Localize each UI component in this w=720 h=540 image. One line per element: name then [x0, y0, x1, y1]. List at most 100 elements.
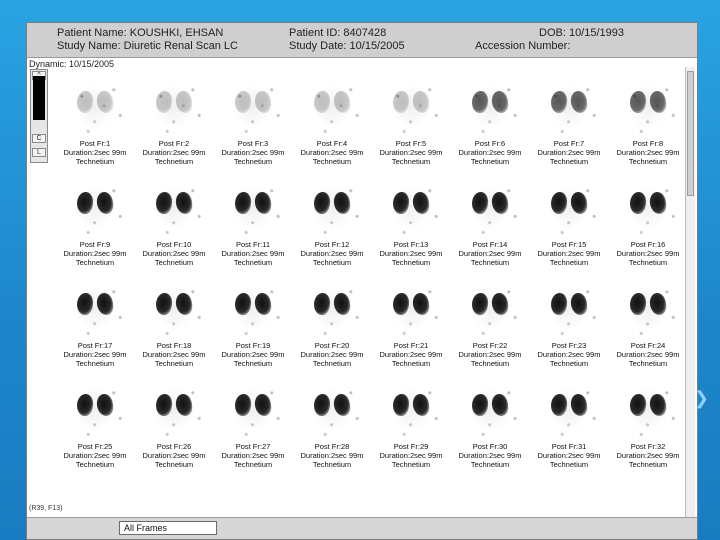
frame-title: Post Fr:32 [630, 442, 666, 451]
scan-frame[interactable]: Post Fr:15 Duration:2sec 99m Technetium [527, 168, 611, 268]
scan-frame[interactable]: Post Fr:27 Duration:2sec 99m Technetium [211, 370, 295, 470]
frame-duration: Duration:2sec 99m [300, 249, 364, 258]
scan-frame[interactable]: Post Fr:32 Duration:2sec 99m Technetium [606, 370, 690, 470]
frame-caption: Post Fr:28 Duration:2sec 99m Technetium [290, 442, 374, 469]
frame-agent: Technetium [391, 157, 431, 166]
frame-agent: Technetium [312, 258, 352, 267]
scan-frame[interactable]: Post Fr:28 Duration:2sec 99m Technetium [290, 370, 374, 470]
scan-frame[interactable]: Post Fr:1 Duration:2sec 99m Technetium [53, 67, 137, 167]
scan-frame[interactable]: Post Fr:14 Duration:2sec 99m Technetium [448, 168, 532, 268]
frames-select[interactable]: All Frames [119, 521, 217, 535]
frame-agent: Technetium [470, 359, 510, 368]
frame-title: Post Fr:17 [77, 341, 113, 350]
viewer-window: Patient Name: KOUSHKI, EHSAN Patient ID:… [26, 22, 698, 540]
scan-image [59, 168, 133, 242]
frame-title: Post Fr:11 [235, 240, 271, 249]
frame-duration: Duration:2sec 99m [458, 148, 522, 157]
scan-image [296, 67, 370, 141]
scan-frame[interactable]: Post Fr:30 Duration:2sec 99m Technetium [448, 370, 532, 470]
frame-caption: Post Fr:13 Duration:2sec 99m Technetium [369, 240, 453, 267]
frame-duration: Duration:2sec 99m [142, 249, 206, 258]
status-bar: All Frames [27, 517, 697, 539]
frame-caption: Post Fr:30 Duration:2sec 99m Technetium [448, 442, 532, 469]
scan-image [217, 168, 291, 242]
frame-caption: Post Fr:27 Duration:2sec 99m Technetium [211, 442, 295, 469]
frame-duration: Duration:2sec 99m [300, 148, 364, 157]
study-date: Study Date: 10/15/2005 [289, 40, 405, 52]
slide-nav-arrow-icon: ❯ [694, 388, 710, 408]
scan-frame[interactable]: Post Fr:11 Duration:2sec 99m Technetium [211, 168, 295, 268]
frame-caption: Post Fr:14 Duration:2sec 99m Technetium [448, 240, 532, 267]
scan-frame[interactable]: Post Fr:23 Duration:2sec 99m Technetium [527, 269, 611, 369]
scan-frame[interactable]: Post Fr:26 Duration:2sec 99m Technetium [132, 370, 216, 470]
frame-title: Post Fr:2 [158, 139, 190, 148]
scan-frame[interactable]: Post Fr:22 Duration:2sec 99m Technetium [448, 269, 532, 369]
frame-duration: Duration:2sec 99m [379, 350, 443, 359]
scrollbar-thumb[interactable] [687, 71, 694, 196]
scan-frame[interactable]: Post Fr:13 Duration:2sec 99m Technetium [369, 168, 453, 268]
scan-frame[interactable]: Post Fr:19 Duration:2sec 99m Technetium [211, 269, 295, 369]
panel-l-button[interactable]: L [32, 148, 46, 157]
frame-agent: Technetium [154, 157, 194, 166]
frame-caption: Post Fr:15 Duration:2sec 99m Technetium [527, 240, 611, 267]
scan-frame[interactable]: Post Fr:18 Duration:2sec 99m Technetium [132, 269, 216, 369]
scan-frame[interactable]: Post Fr:7 Duration:2sec 99m Technetium [527, 67, 611, 167]
frame-agent: Technetium [470, 258, 510, 267]
vertical-scrollbar[interactable] [685, 67, 695, 527]
scan-frame[interactable]: Post Fr:3 Duration:2sec 99m Technetium [211, 67, 295, 167]
frame-duration: Duration:2sec 99m [616, 249, 680, 258]
left-tool-panel[interactable]: ^ C L [30, 69, 48, 163]
frame-duration: Duration:2sec 99m [221, 451, 285, 460]
frame-title: Post Fr:8 [632, 139, 664, 148]
frame-agent: Technetium [233, 157, 273, 166]
frame-caption: Post Fr:12 Duration:2sec 99m Technetium [290, 240, 374, 267]
scan-frame[interactable]: Post Fr:12 Duration:2sec 99m Technetium [290, 168, 374, 268]
scan-frame[interactable]: Post Fr:2 Duration:2sec 99m Technetium [132, 67, 216, 167]
frame-title: Post Fr:5 [395, 139, 427, 148]
frame-duration: Duration:2sec 99m [537, 350, 601, 359]
frame-caption: Post Fr:1 Duration:2sec 99m Technetium [53, 139, 137, 166]
frame-duration: Duration:2sec 99m [142, 451, 206, 460]
frame-agent: Technetium [470, 157, 510, 166]
frame-title: Post Fr:14 [472, 240, 508, 249]
frame-caption: Post Fr:26 Duration:2sec 99m Technetium [132, 442, 216, 469]
frame-caption: Post Fr:29 Duration:2sec 99m Technetium [369, 442, 453, 469]
frame-caption: Post Fr:23 Duration:2sec 99m Technetium [527, 341, 611, 368]
scan-image [612, 67, 686, 141]
frame-title: Post Fr:24 [630, 341, 666, 350]
scan-image [217, 67, 291, 141]
scan-frame[interactable]: Post Fr:21 Duration:2sec 99m Technetium [369, 269, 453, 369]
frame-agent: Technetium [75, 460, 115, 469]
frame-agent: Technetium [154, 258, 194, 267]
scan-frame[interactable]: Post Fr:6 Duration:2sec 99m Technetium [448, 67, 532, 167]
frame-agent: Technetium [391, 359, 431, 368]
frame-duration: Duration:2sec 99m [379, 451, 443, 460]
frame-duration: Duration:2sec 99m [63, 249, 127, 258]
scan-frame[interactable]: Post Fr:29 Duration:2sec 99m Technetium [369, 370, 453, 470]
scan-frame[interactable]: Post Fr:31 Duration:2sec 99m Technetium [527, 370, 611, 470]
frame-duration: Duration:2sec 99m [300, 451, 364, 460]
frame-duration: Duration:2sec 99m [537, 148, 601, 157]
scan-frame[interactable]: Post Fr:24 Duration:2sec 99m Technetium [606, 269, 690, 369]
frame-caption: Post Fr:16 Duration:2sec 99m Technetium [606, 240, 690, 267]
panel-c-button[interactable]: C [32, 134, 46, 143]
scan-frame[interactable]: Post Fr:5 Duration:2sec 99m Technetium [369, 67, 453, 167]
scan-frame[interactable]: Post Fr:16 Duration:2sec 99m Technetium [606, 168, 690, 268]
scan-frame[interactable]: Post Fr:4 Duration:2sec 99m Technetium [290, 67, 374, 167]
frame-title: Post Fr:21 [393, 341, 429, 350]
frame-duration: Duration:2sec 99m [379, 249, 443, 258]
frame-duration: Duration:2sec 99m [300, 350, 364, 359]
patient-name: Patient Name: KOUSHKI, EHSAN [57, 27, 224, 39]
scan-frame[interactable]: Post Fr:20 Duration:2sec 99m Technetium [290, 269, 374, 369]
scan-frame[interactable]: Post Fr:25 Duration:2sec 99m Technetium [53, 370, 137, 470]
frame-title: Post Fr:28 [314, 442, 350, 451]
scan-image [454, 67, 528, 141]
scan-frame[interactable]: Post Fr:9 Duration:2sec 99m Technetium [53, 168, 137, 268]
scan-frame[interactable]: Post Fr:10 Duration:2sec 99m Technetium [132, 168, 216, 268]
frame-title: Post Fr:16 [630, 240, 666, 249]
frame-caption: Post Fr:31 Duration:2sec 99m Technetium [527, 442, 611, 469]
frame-agent: Technetium [312, 157, 352, 166]
scan-frame[interactable]: Post Fr:8 Duration:2sec 99m Technetium [606, 67, 690, 167]
frame-agent: Technetium [549, 460, 589, 469]
scan-frame[interactable]: Post Fr:17 Duration:2sec 99m Technetium [53, 269, 137, 369]
